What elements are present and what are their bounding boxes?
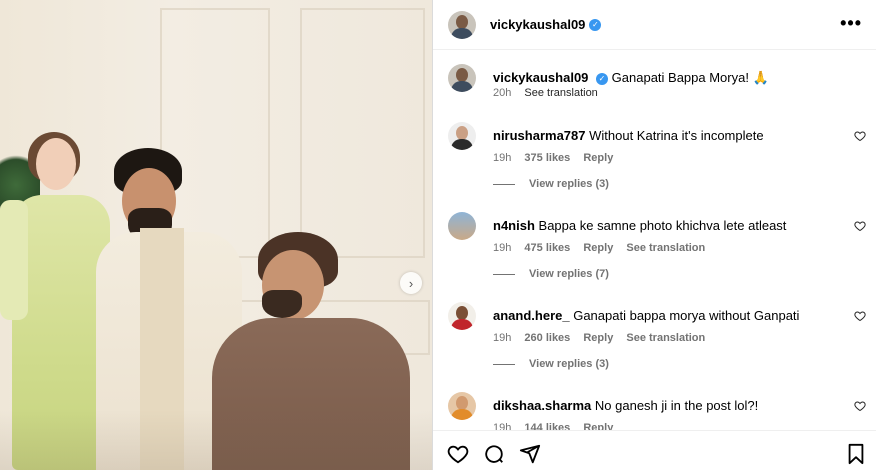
reply-button[interactable]: Reply <box>583 332 613 344</box>
action-bar <box>433 430 876 470</box>
floor-shadow <box>0 410 432 470</box>
view-replies-button[interactable]: View replies (7) <box>493 268 609 280</box>
view-replies-button[interactable]: View replies (3) <box>493 178 609 190</box>
share-icon[interactable] <box>519 443 541 465</box>
avatar[interactable] <box>448 10 476 39</box>
avatar[interactable] <box>448 212 476 240</box>
comment-time: 19h <box>493 242 512 254</box>
avatar[interactable] <box>448 392 476 420</box>
comments-list[interactable]: vickykaushal09 ✓ Ganapati Bappa Morya! 🙏… <box>433 50 876 430</box>
chevron-right-icon: › <box>408 275 414 291</box>
caption: vickykaushal09 ✓ Ganapati Bappa Morya! 🙏… <box>448 64 876 104</box>
reply-button[interactable]: Reply <box>583 152 613 164</box>
reply-button[interactable]: Reply <box>583 422 613 430</box>
heart-icon[interactable] <box>854 400 866 412</box>
verified-icon: ✓ <box>596 72 609 85</box>
see-translation-link[interactable]: See translation <box>626 242 705 254</box>
comment-username[interactable]: nirusharma787 <box>493 128 586 143</box>
comment-icon[interactable] <box>483 443 505 465</box>
see-translation-link[interactable]: See translation <box>626 332 705 344</box>
comment-time: 19h <box>493 422 512 430</box>
post-panel: vickykaushal09 ✓ ••• vickykaushal09 ✓ Ga… <box>432 0 876 470</box>
heart-icon[interactable] <box>854 130 866 142</box>
caption-time: 20h <box>493 87 512 99</box>
reply-button[interactable]: Reply <box>583 242 613 254</box>
heart-icon[interactable] <box>447 443 469 465</box>
avatar[interactable] <box>448 302 476 330</box>
see-translation-link[interactable]: See translation <box>524 87 597 99</box>
comment-time: 19h <box>493 152 512 164</box>
comment-text: No ganesh ji in the post lol?! <box>594 398 759 413</box>
comment-likes[interactable]: 475 likes <box>524 242 570 254</box>
comment-item: n4nish Bappa ke samne photo khichva lete… <box>448 212 876 282</box>
comment-meta: 19h 144 likes Reply <box>493 422 623 430</box>
comment-meta: 19h 375 likes Reply <box>493 152 623 164</box>
comment-username[interactable]: n4nish <box>493 218 535 233</box>
comment-likes[interactable]: 375 likes <box>524 152 570 164</box>
avatar[interactable] <box>448 122 476 150</box>
author-username[interactable]: vickykaushal09 <box>490 17 585 32</box>
bookmark-icon[interactable] <box>845 443 867 465</box>
post-header: vickykaushal09 ✓ ••• <box>433 0 876 50</box>
avatar[interactable] <box>448 64 476 92</box>
comment-meta: 19h 475 likes Reply See translation <box>493 242 715 254</box>
comment-time: 19h <box>493 332 512 344</box>
comment-item: dikshaa.sharma No ganesh ji in the post … <box>448 392 876 430</box>
comment-likes[interactable]: 144 likes <box>524 422 570 430</box>
caption-username[interactable]: vickykaushal09 <box>493 70 588 85</box>
caption-meta: 20h See translation <box>493 87 608 99</box>
comment-likes[interactable]: 260 likes <box>524 332 570 344</box>
comment-meta: 19h 260 likes Reply See translation <box>493 332 715 344</box>
comment-username[interactable]: dikshaa.sharma <box>493 398 591 413</box>
comment-item: nirusharma787 Without Katrina it's incom… <box>448 122 876 192</box>
comment-text: Ganapati bappa morya without Ganpati <box>573 308 800 323</box>
next-image-button[interactable]: › <box>400 272 422 294</box>
caption-text: Ganapati Bappa Morya! 🙏 <box>611 70 769 85</box>
wall-panel <box>160 8 270 258</box>
view-replies-button[interactable]: View replies (3) <box>493 358 609 370</box>
post-image[interactable]: › <box>0 0 432 470</box>
more-options-icon[interactable]: ••• <box>840 14 862 32</box>
comment-item: anand.here_ Ganapati bappa morya without… <box>448 302 876 372</box>
comment-username[interactable]: anand.here_ <box>493 308 570 323</box>
verified-icon: ✓ <box>589 18 602 31</box>
heart-icon[interactable] <box>854 220 866 232</box>
comment-text: Without Katrina it's incomplete <box>589 128 764 143</box>
wall-panel <box>300 8 425 258</box>
comment-text: Bappa ke samne photo khichva lete atleas… <box>538 218 787 233</box>
heart-icon[interactable] <box>854 310 866 322</box>
